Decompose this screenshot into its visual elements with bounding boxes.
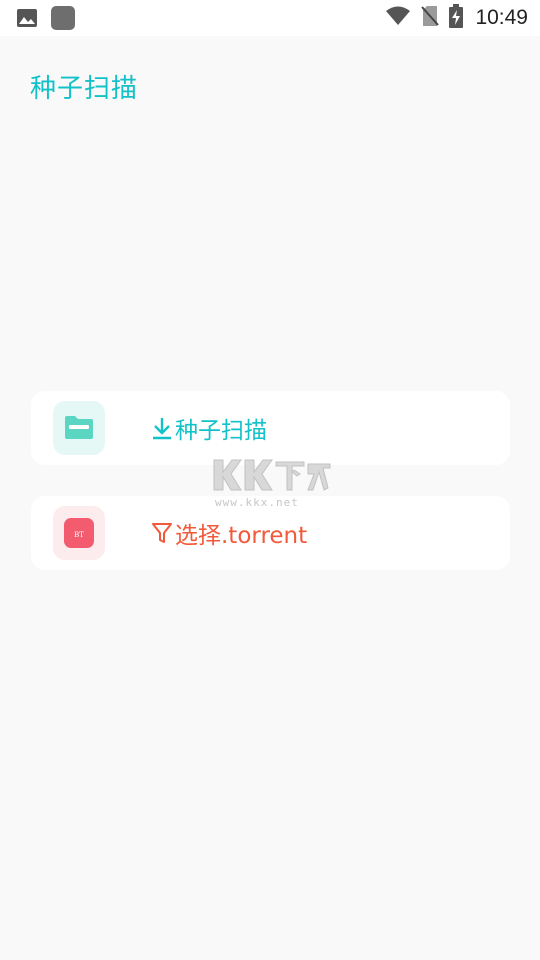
app-square-icon: [50, 5, 76, 35]
status-bar: 10:49: [0, 0, 540, 36]
download-icon: [153, 418, 171, 440]
folder-icon: [65, 416, 93, 439]
bt-icon-badge: BT: [53, 506, 105, 560]
scan-torrent-button[interactable]: 种子扫描: [31, 391, 510, 465]
bt-icon-text: BT: [74, 531, 84, 539]
folder-icon-badge: [53, 401, 105, 455]
status-clock: 10:49: [475, 6, 528, 29]
bt-icon: BT: [64, 518, 94, 548]
image-icon: [16, 8, 38, 32]
scan-torrent-label: 种子扫描: [175, 418, 267, 444]
watermark-logo: [213, 459, 331, 491]
filter-icon: [152, 523, 172, 543]
page-title: 种子扫描: [30, 74, 139, 104]
wifi-icon: [385, 6, 411, 30]
watermark: www.kkx.net: [210, 456, 335, 516]
watermark-url: www.kkx.net: [215, 496, 299, 509]
select-torrent-label: 选择.torrent: [175, 523, 308, 549]
no-sim-icon: [421, 5, 440, 31]
battery-charging-icon: [449, 4, 464, 32]
